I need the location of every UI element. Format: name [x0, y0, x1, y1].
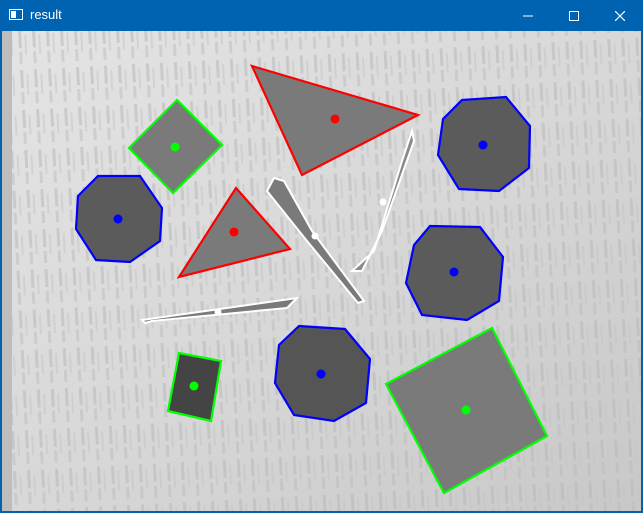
- result-window: result: [0, 0, 643, 513]
- result-image: [2, 31, 641, 511]
- coin-right: [404, 224, 505, 322]
- close-icon: [615, 10, 625, 21]
- paper-edge: [2, 31, 12, 511]
- rectangle-small: [166, 351, 223, 423]
- coin-left: [74, 174, 164, 264]
- result-image-canvas: [2, 31, 641, 511]
- title-bar[interactable]: result: [0, 0, 643, 31]
- opencv-window-icon: [9, 9, 23, 20]
- maximize-button[interactable]: [551, 0, 597, 31]
- coin-bottom: [273, 324, 372, 423]
- minimize-button[interactable]: [505, 0, 551, 31]
- close-button[interactable]: [597, 0, 643, 31]
- coin-top-right: [436, 95, 532, 193]
- window-title: result: [30, 7, 62, 22]
- maximize-icon: [569, 10, 579, 21]
- minimize-icon: [523, 15, 533, 16]
